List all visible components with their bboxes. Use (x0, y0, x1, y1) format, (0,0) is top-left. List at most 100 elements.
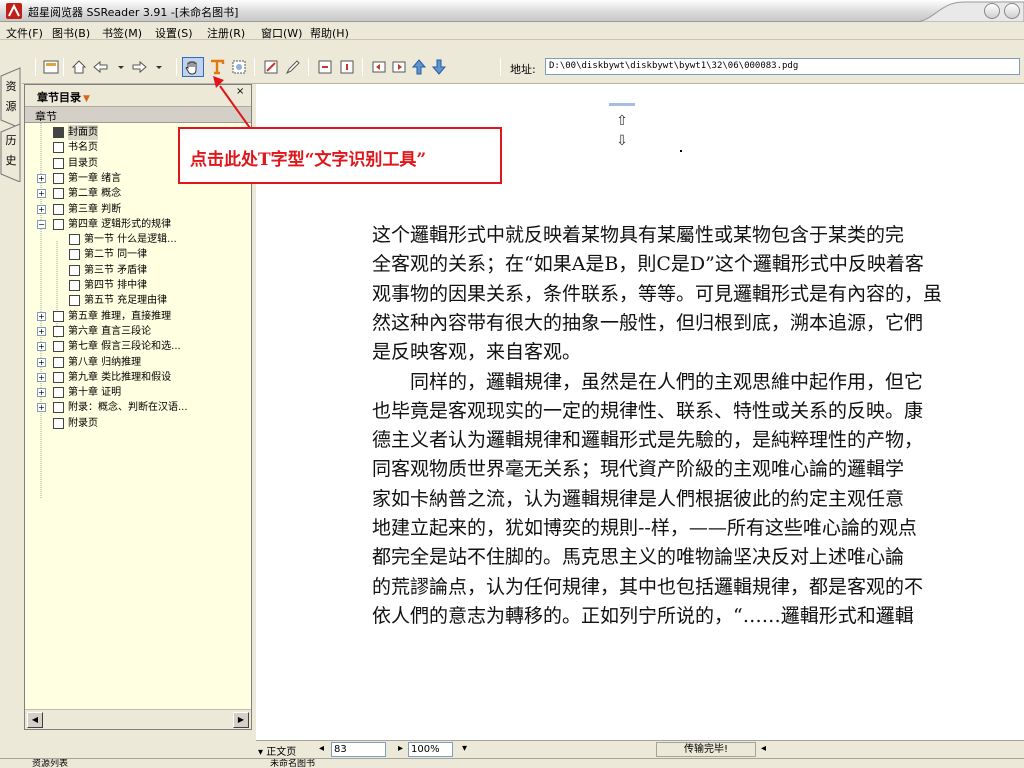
tree-item[interactable]: + 第二章 概念 (37, 186, 249, 201)
menu-bookmark[interactable]: 书签(M) (102, 25, 142, 41)
tree-item-label: 第八章 归纳推理 (68, 356, 142, 368)
last-page-icon[interactable] (390, 58, 408, 76)
status-scroll-left-icon[interactable]: ◂ (761, 743, 766, 754)
tree-expander-icon[interactable]: − (37, 219, 46, 229)
tree-item[interactable]: + 第十章 证明 (37, 385, 249, 400)
text-line: 全客观的关系；在“如果A是B，則C是D”这个邏輯形式中反映着客 (372, 253, 924, 276)
forward-dropdown-icon[interactable] (150, 58, 162, 76)
scroll-right-icon[interactable]: ▶ (233, 712, 249, 728)
text-line: 同客观物质世界毫无关系；現代資产阶級的主观唯心論的邏輯学 (372, 458, 905, 481)
tree-item[interactable]: + 第六章 直言三段论 (37, 324, 249, 339)
tree-expander-icon[interactable]: + (37, 326, 46, 336)
annotate-icon[interactable] (262, 58, 280, 76)
text-line: 同样的，邏輯規律，虽然是在人們的主观思維中起作用，但它 (372, 370, 924, 393)
chapter-dropdown[interactable]: 章节目录 ▼ (37, 89, 90, 105)
address-label: 地址: (510, 63, 536, 76)
next-page-icon[interactable]: ▸ (398, 743, 403, 754)
text-line: 这个邏輯形式中就反映着某物具有某屬性或某物包含于某类的完 (372, 224, 905, 246)
tree-item[interactable]: − 第四章 逻辑形式的规律 (37, 217, 249, 232)
tab-history-2[interactable]: 史 (2, 154, 20, 168)
tree-item-label: 第七章 假言三段论和选... (68, 341, 181, 353)
menu-register[interactable]: 注册(R) (207, 25, 245, 41)
tree-item[interactable]: + 第三章 判断 (37, 202, 249, 217)
tree-item-label: 第五节 充足理由律 (84, 295, 168, 307)
page-down-icon[interactable] (430, 58, 448, 76)
zoom-out-icon[interactable] (338, 58, 356, 76)
tree-item-label: 第六章 直言三段论 (68, 325, 152, 337)
tree-expander-icon[interactable]: + (37, 372, 46, 382)
hand-tool-icon[interactable] (182, 57, 204, 77)
tree-item[interactable]: 第五节 充足理由律 (37, 293, 249, 308)
tree-item[interactable]: + 第五章 推理，直接推理 (37, 309, 249, 324)
menu-bar: 文件(F) 图书(B) 书签(M) 设置(S) 注册(R) 窗口(W) 帮助(H… (0, 22, 1024, 40)
home-icon[interactable] (70, 58, 88, 76)
prev-page-icon[interactable]: ◂ (319, 743, 324, 754)
tree-expander-icon[interactable]: + (37, 357, 46, 367)
zoom-in-icon[interactable] (316, 58, 334, 76)
tree-item[interactable]: 第二节 同一律 (37, 247, 249, 262)
menu-help[interactable]: 帮助(H) (310, 25, 349, 41)
tree-expander-icon[interactable]: + (37, 204, 46, 214)
resource-list-tab[interactable]: 资源列表 (32, 759, 68, 768)
tree-expander-icon[interactable]: + (37, 173, 46, 183)
text-line: 依人們的意志为轉移的。正如列宁所说的，“……邏輯形式和邏輯 (372, 604, 914, 627)
tab-resources-2[interactable]: 源 (2, 100, 20, 114)
scroll-left-icon[interactable]: ◀ (27, 712, 43, 728)
tree-item-label: 第十章 证明 (68, 387, 122, 399)
column-label: 章节 (35, 110, 57, 123)
view-mode-dropdown[interactable]: ▾ 正文页 (258, 743, 296, 758)
text-line: 地建立起来的，犹如博奕的規則--样，——所有这些唯心論的观点 (372, 517, 917, 539)
zoom-dropdown-icon[interactable]: ▾ (462, 743, 467, 754)
tree-item[interactable]: + 第八章 归纳推理 (37, 355, 249, 370)
tree-item[interactable]: + 附录：概念、判断在汉语... (37, 400, 249, 415)
region-select-icon[interactable] (230, 58, 248, 76)
back-icon[interactable] (92, 58, 110, 76)
page-view-icon[interactable] (42, 58, 60, 76)
nav-up-icon[interactable]: ⇧ (613, 112, 631, 130)
tree-expander-icon[interactable]: + (37, 388, 46, 398)
tree-item[interactable]: 第一节 什么是逻辑... (37, 232, 249, 247)
page-icon (53, 203, 64, 215)
tree-item[interactable]: 第四节 排中律 (37, 278, 249, 293)
tree-expander-icon[interactable]: + (37, 403, 46, 413)
tree-item-label: 第二章 概念 (68, 188, 122, 200)
page-icon (53, 402, 64, 414)
text-recognition-tool-icon[interactable] (208, 58, 226, 76)
tree-item-label: 第二节 同一律 (84, 249, 148, 261)
menu-window[interactable]: 窗口(W) (261, 25, 302, 41)
tree-expander-icon[interactable]: + (37, 311, 46, 321)
address-input[interactable]: D:\00\diskbywt\diskbywt\bywt1\32\06\0000… (545, 58, 1020, 75)
book-tab[interactable]: 未命名图书 (270, 759, 315, 768)
back-dropdown-icon[interactable] (112, 58, 124, 76)
minimize-button[interactable] (984, 3, 1000, 19)
tree-item[interactable]: 第三节 矛盾律 (37, 263, 249, 278)
panel-title-label: 章节目录 (37, 91, 81, 104)
menu-settings[interactable]: 设置(S) (155, 25, 193, 41)
pen-icon[interactable] (284, 58, 302, 76)
tab-resources-1[interactable]: 资 (2, 80, 20, 94)
page-up-icon[interactable] (410, 58, 428, 76)
nav-down-icon[interactable]: ⇩ (613, 132, 631, 150)
tree-expander-icon[interactable]: + (37, 189, 46, 199)
menu-file[interactable]: 文件(F) (6, 25, 43, 41)
tree-item[interactable]: + 第七章 假言三段论和选... (37, 339, 249, 354)
status-bar: ▾ 正文页 ◂ 83 ▸ 100% ▾ 传输完毕! ◂ (256, 740, 1024, 758)
tab-history-1[interactable]: 历 (2, 134, 20, 148)
panel-close-icon[interactable]: × (236, 86, 244, 97)
forward-icon[interactable] (130, 58, 148, 76)
zoom-input[interactable]: 100% (408, 742, 453, 757)
tree-item[interactable]: 附录页 (37, 416, 249, 431)
tree-item[interactable]: + 第九章 类比推理和假设 (37, 370, 249, 385)
page-icon (53, 142, 64, 154)
menu-book[interactable]: 图书(B) (52, 25, 90, 41)
text-line: 的荒謬論点，认为任何規律，其中也包括邏輯規律，都是客观的不 (372, 575, 924, 598)
first-page-icon[interactable] (370, 58, 388, 76)
tree-expander-icon[interactable]: + (37, 342, 46, 352)
panel-horizontal-scrollbar[interactable]: ◀ ▶ (25, 709, 251, 729)
page-icon (69, 280, 80, 291)
page-number-input[interactable]: 83 (331, 742, 386, 757)
page-mark (680, 150, 682, 152)
page-icon (53, 218, 64, 230)
restore-button[interactable] (1004, 3, 1020, 19)
page-nav-box: ⇧ ⇩ (609, 103, 635, 155)
